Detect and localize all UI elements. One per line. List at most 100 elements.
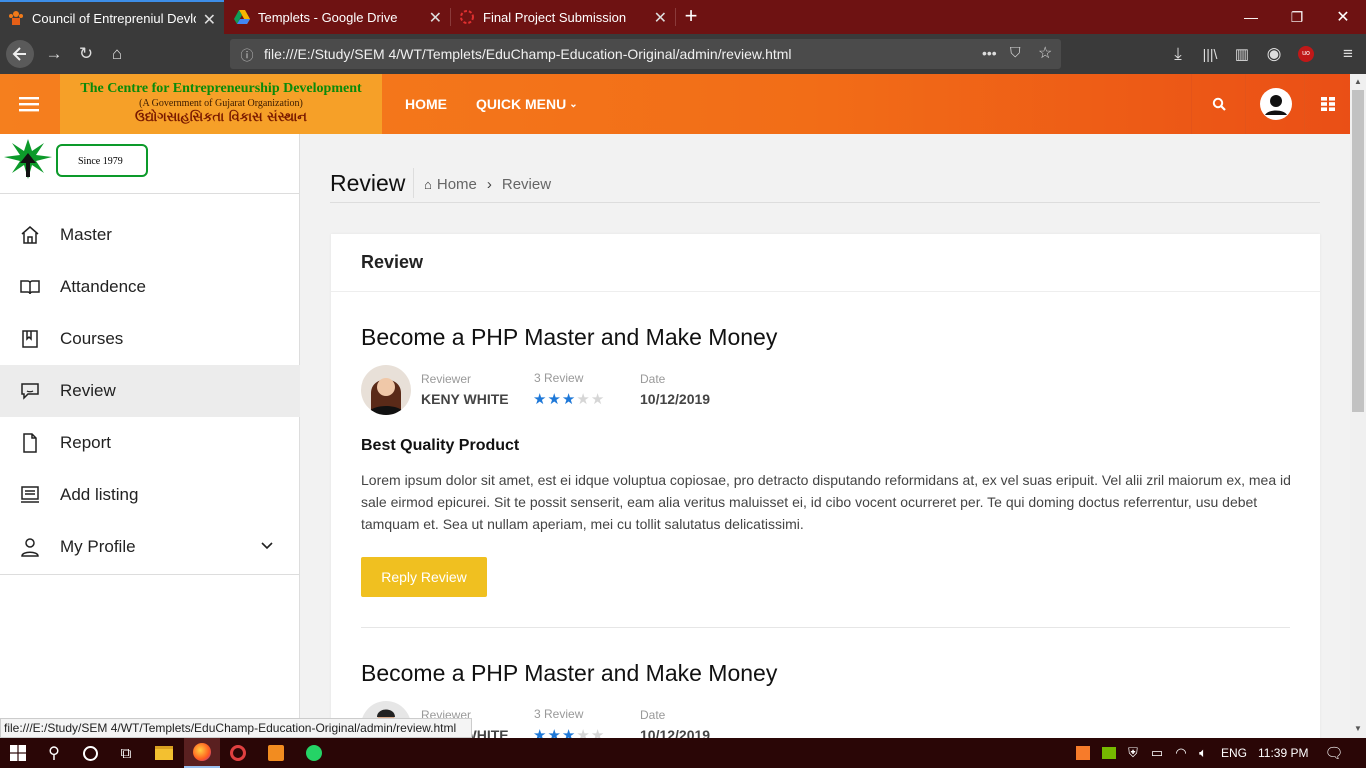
home-icon: ⌂ — [424, 177, 432, 192]
nav-quick-menu-label: QUICK MENU — [476, 96, 567, 112]
nav-quick-menu[interactable]: QUICK MENU ⌄ — [476, 74, 578, 134]
star-empty-icon: ★ — [590, 727, 606, 738]
star-filled-icon: ★ — [547, 391, 562, 408]
chevron-down-icon — [261, 542, 273, 550]
account-icon[interactable]: ◉ — [1258, 34, 1290, 74]
search-button[interactable] — [1191, 74, 1245, 134]
sidebar-logo[interactable]: Since 1979 — [0, 134, 300, 194]
apps-grid-button[interactable] — [1304, 74, 1350, 134]
menu-icon[interactable]: ≡ — [1332, 34, 1364, 74]
window-close-icon[interactable]: ✕ — [1320, 0, 1366, 34]
new-tab-icon[interactable]: + — [680, 4, 702, 28]
sidebar-divider — [0, 574, 300, 575]
sublime-text-icon[interactable] — [258, 738, 294, 768]
tab-council[interactable]: Council of Entrepreniul Devlopm ✕ — [0, 0, 224, 34]
sidebar-item-add-listing[interactable]: Add listing — [0, 469, 300, 521]
download-icon[interactable]: ⤓ — [1162, 34, 1194, 74]
sidebar-item-attandence[interactable]: Attandence — [0, 261, 300, 313]
scroll-down-icon[interactable]: ▼ — [1354, 724, 1362, 733]
user-avatar-button[interactable] — [1245, 74, 1305, 134]
info-icon[interactable]: ⓘ — [230, 45, 264, 64]
language-indicator[interactable]: ENG — [1221, 746, 1247, 760]
back-arrow-icon — [6, 40, 34, 68]
hamburger-icon — [19, 97, 39, 112]
sidebar-item-label: Report — [60, 433, 112, 452]
site-header: The Centre for Entrepreneurship Developm… — [0, 74, 1350, 134]
tab-title: Final Project Submission — [483, 9, 627, 25]
defender-tray-icon[interactable]: ⛨ — [1120, 738, 1146, 768]
task-view-icon[interactable]: ⧉ — [108, 738, 144, 768]
clock[interactable]: 11:39 PM — [1258, 746, 1308, 760]
vertical-scrollbar[interactable]: ▲ ▼ — [1350, 74, 1366, 738]
sidebar-item-my-profile[interactable]: My Profile — [0, 521, 300, 573]
address-bar[interactable]: ⓘ file:///E:/Study/SEM 4/WT/Templets/Edu… — [230, 39, 1061, 69]
notifications-icon[interactable]: 🗨︎ — [1316, 738, 1352, 768]
tab-final-project[interactable]: Final Project Submission ✕ — [451, 0, 675, 34]
reply-review-button[interactable]: Reply Review — [361, 557, 487, 597]
cortana-icon[interactable] — [72, 738, 108, 768]
minimize-icon[interactable]: — — [1228, 0, 1274, 34]
brand-subtitle: (A Government of Gujarat Organization) — [139, 98, 303, 109]
logo-since-text: Since 1979 — [76, 156, 125, 167]
restore-icon[interactable]: ❐ — [1274, 0, 1320, 34]
firefox-icon[interactable] — [184, 738, 220, 768]
user-icon — [21, 538, 39, 557]
xampp-tray-icon[interactable] — [1070, 738, 1096, 768]
home-icon[interactable]: ⌂ — [101, 34, 133, 74]
review-divider — [361, 627, 1290, 628]
scrollbar-thumb[interactable] — [1352, 90, 1364, 412]
sidebar-item-courses[interactable]: Courses — [0, 313, 300, 365]
volume-icon[interactable]: 🔈︎ — [1190, 738, 1216, 768]
chevron-right-icon: › — [486, 176, 492, 193]
breadcrumb-home[interactable]: Home — [437, 176, 477, 193]
star-empty-icon: ★ — [576, 391, 591, 408]
file-explorer-icon[interactable] — [146, 738, 182, 768]
close-icon[interactable]: ✕ — [203, 10, 216, 30]
date-label: Date — [640, 708, 666, 722]
sidebar-item-master[interactable]: Master — [0, 209, 300, 261]
reload-icon[interactable]: ↻ — [70, 34, 102, 74]
windows-logo-icon — [10, 745, 26, 761]
sidebar-item-review[interactable]: Review — [0, 365, 300, 417]
forward-arrow-icon[interactable]: → — [38, 34, 70, 74]
sidebar: Since 1979 Master Attandence Courses Rev… — [0, 134, 300, 738]
tab-google-drive[interactable]: Templets - Google Drive ✕ — [226, 0, 450, 34]
battery-icon[interactable]: ▭ — [1144, 738, 1170, 768]
back-button[interactable] — [4, 34, 36, 74]
sidebar-toggle-icon[interactable]: ▥ — [1226, 34, 1258, 74]
nvidia-tray-icon[interactable] — [1096, 738, 1122, 768]
tab-title: Templets - Google Drive — [258, 9, 398, 25]
url-text: file:///E:/Study/SEM 4/WT/Templets/EduCh… — [264, 46, 792, 62]
search-icon[interactable]: ⚲ — [36, 738, 72, 768]
main-content: Review ⌂ Home › Review Review Become a P… — [301, 134, 1350, 738]
status-link-preview: file:///E:/Study/SEM 4/WT/Templets/EduCh… — [0, 718, 472, 738]
bookmark-star-icon[interactable]: ☆ — [1038, 43, 1052, 63]
review-date: 10/12/2019 — [640, 727, 711, 738]
review-heading: Best Quality Product — [361, 437, 520, 454]
google-drive-icon — [234, 10, 250, 24]
date-label: Date — [640, 372, 666, 386]
close-icon[interactable]: ✕ — [654, 8, 667, 28]
whatsapp-icon[interactable] — [296, 738, 332, 768]
breadcrumb: ⌂ Home › Review — [424, 176, 551, 193]
nav-home-link[interactable]: HOME — [405, 74, 447, 134]
app-gear-icon[interactable] — [220, 738, 256, 768]
bookmark-book-icon — [22, 330, 38, 348]
close-icon[interactable]: ✕ — [429, 8, 442, 28]
hamburger-menu-button[interactable] — [0, 74, 58, 134]
title-divider — [413, 168, 414, 198]
pocket-icon[interactable]: ⛉ — [1010, 44, 1021, 61]
people-icon — [9, 11, 23, 25]
library-icon[interactable]: |||\ — [1194, 34, 1226, 74]
chat-icon — [21, 383, 39, 400]
review-card: Review Become a PHP Master and Make Mone… — [331, 234, 1320, 738]
more-actions-icon[interactable]: ••• — [982, 45, 997, 61]
scroll-up-icon[interactable]: ▲ — [1354, 77, 1362, 86]
sidebar-item-report[interactable]: Report — [0, 417, 300, 469]
extension-icon[interactable]: uo — [1290, 34, 1322, 74]
sidebar-item-label: Review — [60, 381, 116, 400]
brand-logo[interactable]: The Centre for Entrepreneurship Developm… — [60, 74, 382, 134]
windows-start-icon[interactable] — [0, 738, 36, 768]
card-header-divider — [331, 291, 1320, 292]
sidebar-item-label: Attandence — [60, 277, 147, 296]
